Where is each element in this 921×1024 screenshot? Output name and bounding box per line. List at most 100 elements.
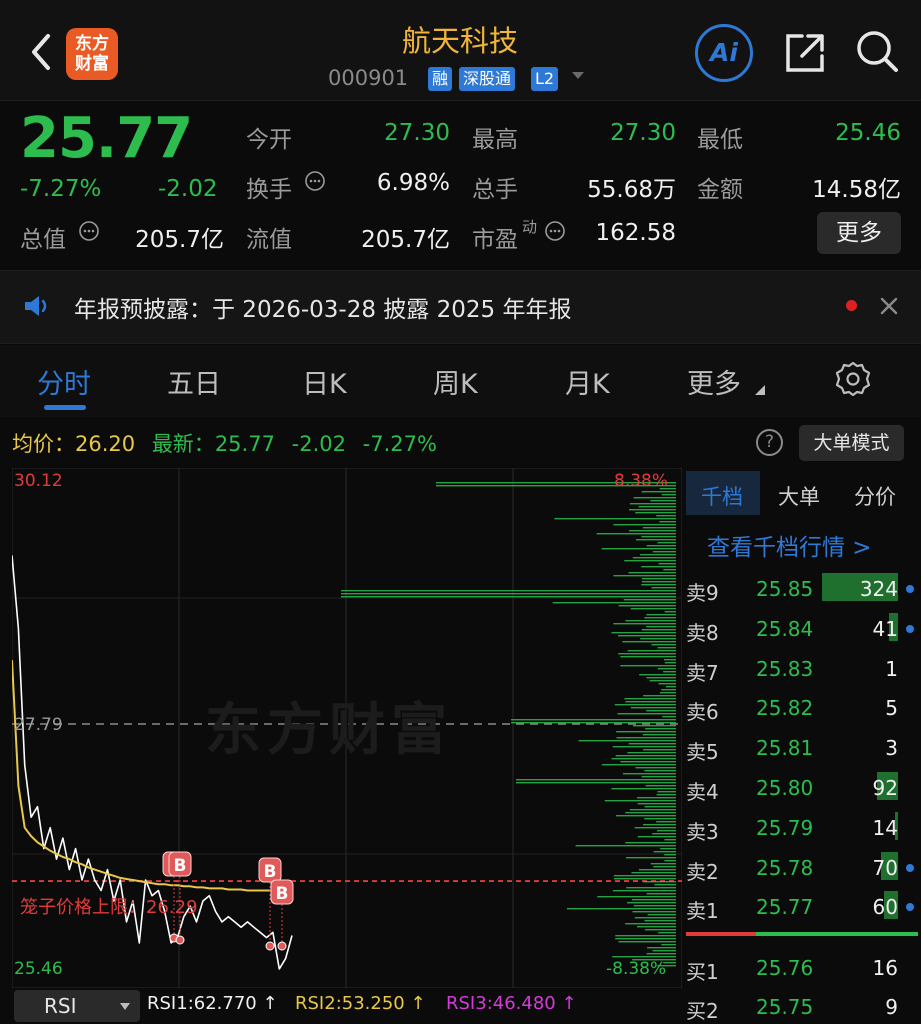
chart-info-bar: 均价：26.20 最新：25.77 -2.02 -7.27% [12,428,437,458]
level-price: 25.77 [756,895,814,920]
stock-name[interactable]: 航天科技 [330,18,590,60]
high-value: 27.30 [610,120,676,146]
depth-bar [664,611,676,613]
depth-bar [597,896,676,898]
depth-bar [628,743,676,745]
level-price: 25.75 [756,995,814,1019]
tab-weekly-k[interactable]: 周K [433,362,478,401]
view-thousand-depth-link[interactable]: 查看千档行情 > [707,528,872,562]
info-icon[interactable] [304,170,326,192]
tab-five-day[interactable]: 五日 [167,362,221,401]
depth-bar [614,704,676,706]
depth-bar [636,797,676,799]
depth-bar [616,737,676,739]
depth-bar [554,518,676,520]
level-label: 卖2 [686,859,719,884]
notice-text[interactable]: 年报预披露：于 2026-03-28 披露 2025 年年报 [74,290,571,324]
order-dot-icon [906,624,914,633]
depth-bar [660,692,676,694]
ai-assistant-button[interactable]: Ai [695,24,753,82]
depth-bar [613,875,676,877]
depth-bar [618,635,676,637]
marker-point [265,941,275,951]
ask-row[interactable]: 卖7 25.83 1 [686,649,918,689]
depth-bar [644,770,676,772]
depth-bar [629,503,676,505]
tab-more[interactable]: 更多 [687,362,741,401]
depth-bar [631,872,676,874]
ask-row[interactable]: 卖2 25.78 70 [686,848,918,888]
depth-bar [643,695,676,697]
level-volume: 3 [885,736,898,761]
info-icon[interactable] [78,220,100,242]
close-icon[interactable] [878,295,900,317]
depth-bar [612,746,676,748]
depth-bar [656,515,676,517]
mcap-label: 总值 [20,227,66,253]
bid-row[interactable]: 买2 25.75 9 [686,987,918,1024]
mcap-value: 205.7亿 [135,227,224,253]
indicator-selector[interactable]: RSI [14,990,140,1022]
depth-bar [629,809,676,811]
high-label: 最高 [472,127,518,153]
ask-row[interactable]: 卖6 25.82 5 [686,688,918,728]
depth-bar [651,644,676,646]
depth-bar [633,497,676,499]
ask-row[interactable]: 卖1 25.77 60 [686,887,918,927]
level-label: 卖4 [686,780,719,804]
chevron-down-icon[interactable] [572,72,584,79]
ask-row[interactable]: 卖8 25.84 41 [686,609,918,649]
depth-bar [622,773,676,775]
depth-bar [601,764,676,766]
large-order-mode-button[interactable]: 大单模式 [799,425,904,461]
level-price: 25.83 [756,656,814,681]
depth-bar [661,494,676,496]
depth-bar [578,740,676,742]
share-icon[interactable] [780,28,830,78]
depth-bar [611,788,676,790]
info-icon[interactable] [544,220,566,242]
depth-bar [637,836,676,838]
ask-row[interactable]: 卖4 25.80 92 [686,768,918,808]
tab-daily-k[interactable]: 日K [302,362,347,401]
depth-bar [641,578,676,580]
depth-tab-thousand[interactable]: 千档 [701,481,743,511]
level-volume: 14 [872,815,898,840]
depth-tab-large[interactable]: 大单 [778,481,820,511]
logo-line2: 财富 [75,54,109,74]
open-label: 今开 [246,127,292,153]
ask-row[interactable]: 卖9 25.85 324 [686,569,918,609]
depth-bar [511,722,676,724]
depth-bar [652,551,676,553]
ask-row[interactable]: 卖5 25.81 3 [686,728,918,768]
depth-bar [664,839,676,841]
latest-change: -2.02 [291,432,346,456]
depth-bar [644,617,676,619]
depth-bar [665,686,676,688]
depth-bar [650,863,676,865]
volume-value: 55.68万 [587,177,676,203]
back-icon[interactable] [22,30,62,74]
more-quote-button[interactable]: 更多 [817,212,901,254]
depth-bar [511,719,676,721]
tag-connect: 深股通 [459,67,516,91]
ask-row[interactable]: 卖3 25.79 14 [686,808,918,848]
depth-bar [625,842,676,844]
y-axis-mid-label: 27.79 [14,715,63,735]
pe-superscript: 动 [522,218,538,236]
help-icon[interactable]: ? [756,429,783,456]
settings-icon[interactable] [834,360,872,398]
depth-bar [516,779,676,781]
search-icon[interactable] [852,26,902,76]
corner-arrow-icon [755,385,765,395]
depth-bar [630,707,676,709]
bid-row[interactable]: 买1 25.76 16 [686,948,918,988]
tab-intraday[interactable]: 分时 [37,362,91,401]
price-cage-limit-label: 笼子价格上限：26.29 [20,897,198,918]
depth-bar [663,659,676,661]
marker-point [175,935,185,945]
depth-bar [640,554,676,556]
depth-tab-price[interactable]: 分价 [854,481,896,511]
depth-bar [613,575,676,577]
tab-monthly-k[interactable]: 月K [565,362,610,401]
